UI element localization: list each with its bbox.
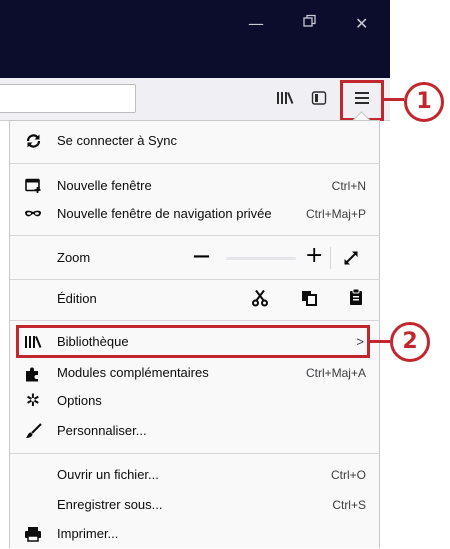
url-bar[interactable] [0,84,136,113]
callout-connector-2 [370,340,390,343]
menu-item-label: Imprimer... [57,526,119,541]
fullscreen-icon[interactable] [343,250,359,271]
title-bar: — ✕ [0,0,390,78]
menu-item-zoom: Zoom — + [10,243,378,273]
shortcut-label: Ctrl+N [331,179,366,193]
menu-item-label: Nouvelle fenêtre de navigation privée [57,206,272,221]
zoom-slider-track[interactable] [226,257,296,260]
zoom-out-button[interactable]: — [193,246,210,266]
paste-icon[interactable] [348,288,364,311]
zoom-in-button[interactable]: + [305,243,323,268]
callout-badge-1: 1 [404,82,444,122]
menu-item-label: Modules complémentaires [57,365,209,380]
menu-separator [10,320,380,321]
restore-icon[interactable] [303,13,317,32]
menu-item-save-as[interactable]: Enregistrer sous... Ctrl+S [10,490,378,520]
private-mask-icon [24,206,42,222]
menu-item-label: Enregistrer sous... [57,497,163,512]
shortcut-label: Ctrl+Maj+P [305,207,366,221]
menu-item-addons[interactable]: Modules complémentaires Ctrl+Maj+A [10,358,378,388]
menu-separator [10,279,380,280]
sync-icon [24,133,42,149]
zoom-divider [330,247,331,269]
gear-icon: ✲ [25,391,41,411]
menu-item-label: Édition [57,291,97,306]
copy-icon[interactable] [300,289,318,312]
menu-item-label: Zoom [57,250,91,265]
menu-item-sync[interactable]: Se connecter à Sync [10,126,378,156]
library-icon[interactable] [276,90,294,111]
menu-item-label: Ouvrir un fichier... [57,467,159,482]
nav-toolbar [0,78,390,121]
menu-item-label: Se connecter à Sync [57,133,177,148]
callout-connector-1 [384,98,404,101]
callout-badge-2: 2 [390,322,430,362]
menu-item-label: Nouvelle fenêtre [57,178,152,193]
shortcut-label: Ctrl+Maj+A [305,366,366,380]
menu-item-open-file[interactable]: Ouvrir un fichier... Ctrl+O [10,460,378,490]
printer-icon [24,526,42,542]
shortcut-label: Ctrl+S [332,498,366,512]
library-highlight [16,325,370,358]
menu-item-new-window[interactable]: Nouvelle fenêtre Ctrl+N [10,171,378,201]
menu-separator [10,235,380,236]
menu-item-label: Personnaliser... [57,423,147,438]
menu-item-print[interactable]: Imprimer... [10,519,378,549]
paintbrush-icon [24,423,42,439]
menu-item-label: Options [57,393,102,408]
sidebar-icon[interactable] [311,90,327,111]
cut-icon[interactable] [251,289,269,312]
menu-item-customize[interactable]: Personnaliser... [10,416,378,446]
menu-item-edit: Édition [10,284,378,314]
close-icon[interactable]: ✕ [355,14,368,33]
menu-separator [10,453,380,454]
minimize-icon[interactable]: — [248,14,264,33]
shortcut-label: Ctrl+O [330,468,366,482]
new-window-icon [24,178,42,194]
menu-item-options[interactable]: ✲ Options [10,386,378,416]
menu-item-private-window[interactable]: Nouvelle fenêtre de navigation privée Ct… [10,199,378,229]
menu-separator [10,163,380,164]
puzzle-piece-icon [24,365,42,382]
